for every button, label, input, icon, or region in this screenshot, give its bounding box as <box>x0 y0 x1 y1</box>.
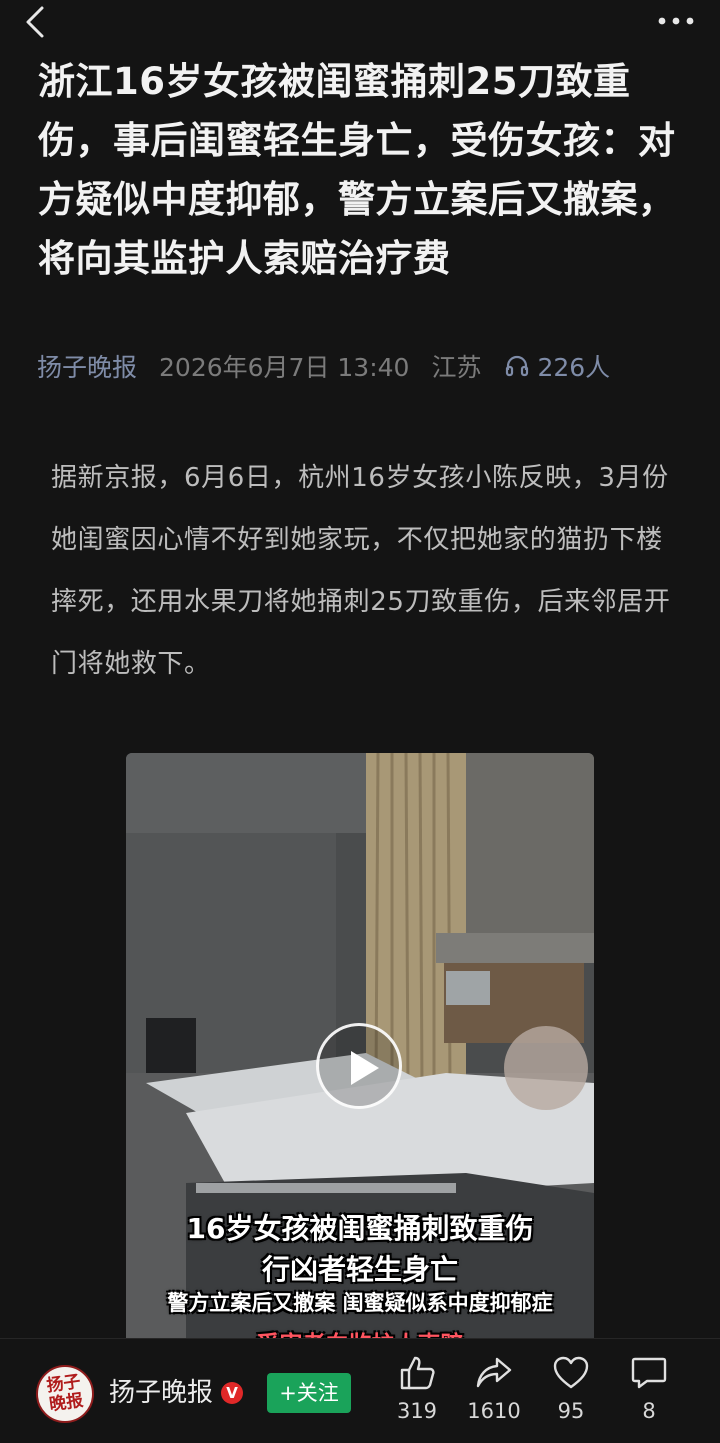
video-caption-line-1: 16岁女孩被闺蜜捅刺致重伤 <box>186 1212 534 1245</box>
video-caption-line-2: 行凶者轻生身亡 <box>261 1253 458 1286</box>
publish-date: 2026年6月7日 13:40 <box>159 353 410 382</box>
verified-badge: V <box>221 1382 243 1404</box>
like-button[interactable]: 319 <box>382 1355 452 1423</box>
share-arrow-icon <box>476 1357 512 1388</box>
share-button[interactable]: 1610 <box>459 1355 529 1423</box>
comment-bubble-icon <box>631 1357 667 1389</box>
author-avatar[interactable]: 扬子晚报 <box>36 1365 94 1423</box>
author-name[interactable]: 扬子晚报 <box>109 1372 213 1409</box>
video-player[interactable]: 16岁女孩被闺蜜捅刺致重伤 行凶者轻生身亡 警方立案后又撤案 闺蜜疑似系中度抑郁… <box>126 753 594 1353</box>
source-link[interactable]: 扬子晚报 <box>37 348 137 384</box>
listen-button[interactable]: 226人 <box>505 348 610 384</box>
thumbs-up-icon <box>400 1356 435 1390</box>
article-body: 据新京报，6月6日，杭州16岁女孩小陈反映，3月份她闺蜜因心情不好到她家玩，不仅… <box>51 463 671 679</box>
article-meta: 扬子晚报 2026年6月7日 13:40 江苏 226人 <box>37 348 610 384</box>
article-headline: 浙江16岁女孩被闺蜜捅刺25刀致重伤，事后闺蜜轻生身亡，受伤女孩：对方疑似中度抑… <box>38 60 676 280</box>
share-count: 1610 <box>467 1399 521 1423</box>
like-count: 319 <box>396 1399 438 1423</box>
more-dots-icon <box>658 17 694 25</box>
listener-count: 226人 <box>537 353 611 382</box>
avatar-logo-text: 扬子晚报 <box>45 1371 85 1416</box>
video-caption-line-3: 警方立案后又撤案 闺蜜疑似系中度抑郁症 <box>167 1291 553 1315</box>
chevron-left-icon <box>26 6 44 38</box>
bottom-action-bar: 扬子晚报 扬子晚报 V +关注 319 1610 95 8 <box>0 1338 720 1443</box>
headphones-icon <box>506 355 529 377</box>
favorite-button[interactable]: 95 <box>536 1355 606 1423</box>
back-button[interactable] <box>18 4 54 40</box>
play-button[interactable] <box>316 1023 402 1109</box>
follow-button[interactable]: +关注 <box>267 1373 351 1413</box>
favorite-count: 95 <box>557 1399 585 1423</box>
comment-count: 8 <box>642 1399 656 1423</box>
comment-button[interactable]: 8 <box>614 1355 684 1423</box>
top-bar <box>0 0 720 46</box>
more-button[interactable] <box>654 8 698 34</box>
heart-icon <box>553 1356 589 1389</box>
region-label: 江苏 <box>431 353 482 382</box>
